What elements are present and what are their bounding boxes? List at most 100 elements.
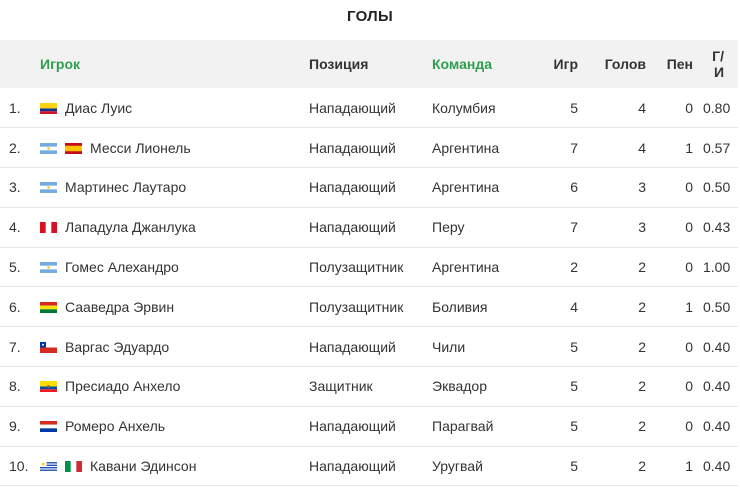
position-cell: Нападающий [309,418,396,435]
games-column-header: Игр [553,56,578,72]
rank-cell: 7. [9,338,21,355]
team-cell[interactable]: Боливия [432,287,524,327]
penalties-cell: 0 [685,219,693,236]
goals-column-header: Голов [604,56,646,72]
team-cell[interactable]: Аргентина [432,128,524,168]
colombia-flag-icon [40,102,57,114]
rank-cell: 10. [9,458,29,475]
player-cell: Сааведра Эрвин [40,287,309,327]
goals-cell: 4 [638,99,646,116]
player-name-link[interactable]: Лападула Джанлука [65,219,196,235]
position-cell: Защитник [309,378,373,395]
player-name-link[interactable]: Гомес Алехандро [65,259,179,275]
ratio-cell: 0.57 [703,139,731,156]
player-name-link[interactable]: Месси Лионель [90,140,191,156]
table-row: 2. Месси Лионель Нападающий Аргентина 7 4 1 0.5… [0,128,738,168]
player-name-link[interactable]: Ромеро Анхель [65,418,165,434]
goals-cell: 4 [638,139,646,156]
ratio-cell: 0.50 [703,179,731,196]
penalties-cell: 1 [685,458,693,475]
player-name-link[interactable]: Сааведра Эрвин [65,299,174,315]
penalties-column-header: Пен [666,56,693,72]
ecuador-flag-icon [40,381,57,393]
position-column-header: Позиция [309,56,369,72]
goals-table-container: Игрок Позиция Команда Игр Голов Пен Г/И … [0,40,740,486]
penalties-cell: 0 [685,378,693,395]
italy-flag-icon [65,461,82,473]
penalties-cell: 0 [685,418,693,435]
position-cell: Полузащитник [309,259,404,276]
ratio-cell: 0.40 [703,338,731,355]
position-cell: Нападающий [309,139,396,156]
table-row: 6. Сааведра Эрвин Полузащитник Боливия 4 2 1 0.… [0,287,738,327]
team-column-header[interactable]: Команда [432,40,524,88]
ratio-column-header: Г/И [712,48,724,80]
team-cell[interactable]: Колумбия [432,88,524,128]
ratio-cell: 0.80 [703,99,731,116]
games-cell: 7 [570,219,578,236]
ratio-cell: 1.00 [703,259,731,276]
rank-cell: 1. [9,99,21,116]
table-row: 1. Диас Луис Нападающий Колумбия 5 4 0 0.80 [0,88,738,128]
team-cell[interactable]: Перу [432,207,524,247]
player-name-link[interactable]: Диас Луис [65,100,132,116]
team-cell[interactable]: Эквадор [432,367,524,407]
team-cell[interactable]: Аргентина [432,168,524,208]
goals-cell: 2 [638,458,646,475]
table-row: 8. Пресиадо Анхело Защитник Эквадор 5 2 0 0.40 [0,367,738,407]
player-name-link[interactable]: Мартинес Лаутаро [65,179,186,195]
goals-cell: 2 [638,418,646,435]
rank-cell: 3. [9,179,21,196]
goals-cell: 2 [638,259,646,276]
ratio-cell: 0.40 [703,458,731,475]
player-name-link[interactable]: Варгас Эдуардо [65,339,169,355]
position-cell: Нападающий [309,338,396,355]
games-cell: 5 [570,99,578,116]
goals-cell: 2 [638,378,646,395]
goals-cell: 2 [638,338,646,355]
goals-table: Игрок Позиция Команда Игр Голов Пен Г/И … [0,40,738,486]
player-cell: Гомес Алехандро [40,247,309,287]
rank-cell: 5. [9,259,21,276]
ratio-cell: 0.40 [703,378,731,395]
penalties-cell: 0 [685,179,693,196]
penalties-cell: 1 [685,298,693,315]
argentina-flag-icon [40,182,57,194]
player-column-header[interactable]: Игрок [40,40,309,88]
ratio-cell: 0.50 [703,298,731,315]
player-cell: Месси Лионель [40,128,309,168]
games-cell: 6 [570,179,578,196]
team-cell[interactable]: Парагвай [432,406,524,446]
goals-cell: 2 [638,298,646,315]
ratio-cell: 0.40 [703,418,731,435]
penalties-cell: 0 [685,259,693,276]
player-cell: Пресиадо Анхело [40,367,309,407]
position-cell: Нападающий [309,179,396,196]
games-cell: 2 [570,259,578,276]
position-cell: Нападающий [309,99,396,116]
goals-cell: 3 [638,179,646,196]
team-cell[interactable]: Уругвай [432,446,524,486]
rank-cell: 8. [9,378,21,395]
position-cell: Нападающий [309,219,396,236]
player-name-link[interactable]: Пресиадо Анхело [65,378,180,394]
team-cell[interactable]: Чили [432,327,524,367]
penalties-cell: 0 [685,338,693,355]
player-name-link[interactable]: Кавани Эдинсон [90,458,196,474]
player-cell: Диас Луис [40,88,309,128]
chile-flag-icon [40,341,57,353]
page-title: ГОЛЫ [346,8,393,25]
table-row: 9. Ромеро Анхель Нападающий Парагвай 5 2 0 0.40 [0,406,738,447]
player-cell: Лападула Джанлука [40,207,309,247]
player-cell: Кавани Эдинсон [40,446,309,486]
games-cell: 5 [570,338,578,355]
rank-cell: 2. [9,139,21,156]
goals-cell: 3 [638,219,646,236]
team-cell[interactable]: Аргентина [432,247,524,287]
position-cell: Полузащитник [309,298,404,315]
penalties-cell: 1 [685,139,693,156]
uruguay-flag-icon [40,461,57,473]
games-cell: 5 [570,378,578,395]
table-row: 5. Гомес Алехандро Полузащитник Аргентина 2 2… [0,247,738,287]
games-cell: 4 [570,298,578,315]
